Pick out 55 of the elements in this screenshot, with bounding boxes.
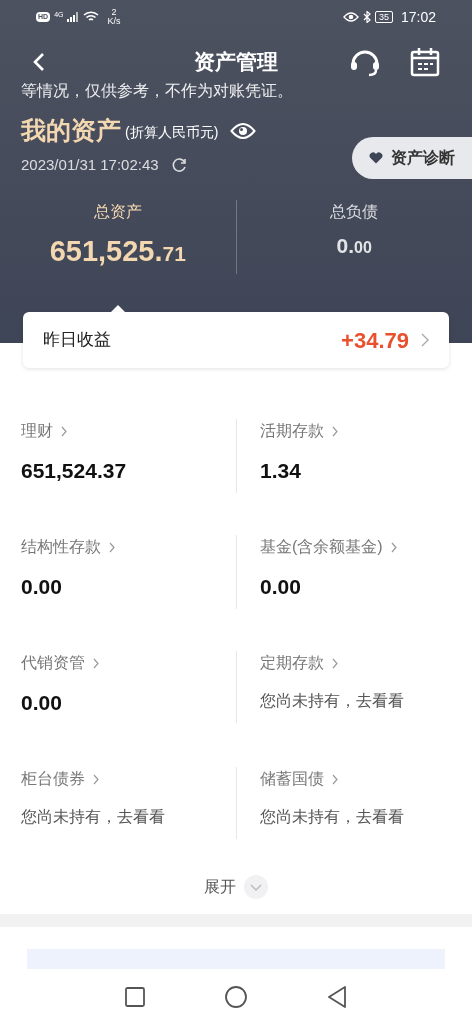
not-held-link[interactable]: 您尚未持有，去看看: [260, 689, 451, 713]
clock-time: 17:02: [400, 7, 436, 27]
total-label: 总负债: [330, 202, 379, 222]
total-amount: 651,525.71: [49, 234, 186, 269]
earnings-label: 昨日收益: [43, 329, 111, 352]
category-label[interactable]: 基金(含余额基金): [260, 535, 451, 559]
speed-value: 2: [111, 8, 117, 17]
bluetooth-icon: [362, 11, 371, 23]
recent-apps-icon[interactable]: [125, 987, 145, 1007]
chevron-right-icon: [421, 333, 429, 347]
not-held-link[interactable]: 您尚未持有，去看看: [260, 805, 451, 829]
timestamp: 2023/01/31 17:02:43: [21, 154, 159, 175]
signal-icon: [67, 12, 80, 22]
page-title: 资产管理: [194, 49, 278, 76]
chevron-right-icon: [390, 541, 397, 553]
not-held-link[interactable]: 您尚未持有，去看看: [21, 805, 236, 829]
calendar-icon[interactable]: [410, 47, 440, 77]
total-label: 总资产: [93, 202, 142, 222]
category-amount: 1.34: [260, 458, 302, 484]
category-label[interactable]: 柜台债券: [21, 767, 236, 791]
eye-icon: [342, 12, 359, 22]
battery-icon: 35: [374, 11, 393, 23]
wifi-icon: [83, 11, 100, 23]
chevron-right-icon: [93, 773, 99, 785]
refresh-icon[interactable]: [170, 156, 187, 173]
category-amount: 0.00: [21, 690, 63, 716]
earnings-value: +34.79: [341, 326, 409, 355]
category-label[interactable]: 活期存款: [260, 419, 451, 443]
chevron-right-icon: [332, 425, 338, 437]
back-icon[interactable]: [32, 52, 46, 72]
category-label[interactable]: 代销资管: [21, 651, 236, 675]
chevron-right-icon: [109, 541, 115, 553]
chevron-right-icon: [93, 657, 99, 669]
heart-icon: [369, 152, 383, 164]
speed-unit: K/s: [107, 17, 121, 26]
back-icon[interactable]: [327, 986, 347, 1008]
eye-icon[interactable]: [230, 121, 257, 140]
category-label[interactable]: 定期存款: [260, 651, 451, 675]
chevron-right-icon: [332, 773, 338, 785]
section-title: 我的资产: [21, 115, 121, 146]
home-icon[interactable]: [225, 986, 247, 1008]
diagnose-button[interactable]: 资产诊断: [352, 137, 472, 179]
category-label[interactable]: 结构性存款: [21, 535, 236, 559]
expand-button[interactable]: 展开: [204, 875, 236, 899]
category-label[interactable]: 理财: [21, 419, 236, 443]
chevron-right-icon: [332, 657, 338, 669]
category-amount: 651,524.37: [21, 458, 128, 484]
category-label[interactable]: 储蓄国债: [260, 767, 451, 791]
currency-note: (折算人民币元): [125, 123, 219, 143]
category-amount: 0.00: [260, 574, 302, 600]
yesterday-earnings-row[interactable]: 昨日收益 +34.79: [23, 312, 449, 368]
disclaimer-text: 等情况，仅供参考，不作为对账凭证。: [20, 82, 294, 100]
chevron-right-icon: [61, 425, 67, 437]
total-amount: 0.00: [336, 233, 372, 259]
category-amount: 0.00: [21, 574, 63, 600]
